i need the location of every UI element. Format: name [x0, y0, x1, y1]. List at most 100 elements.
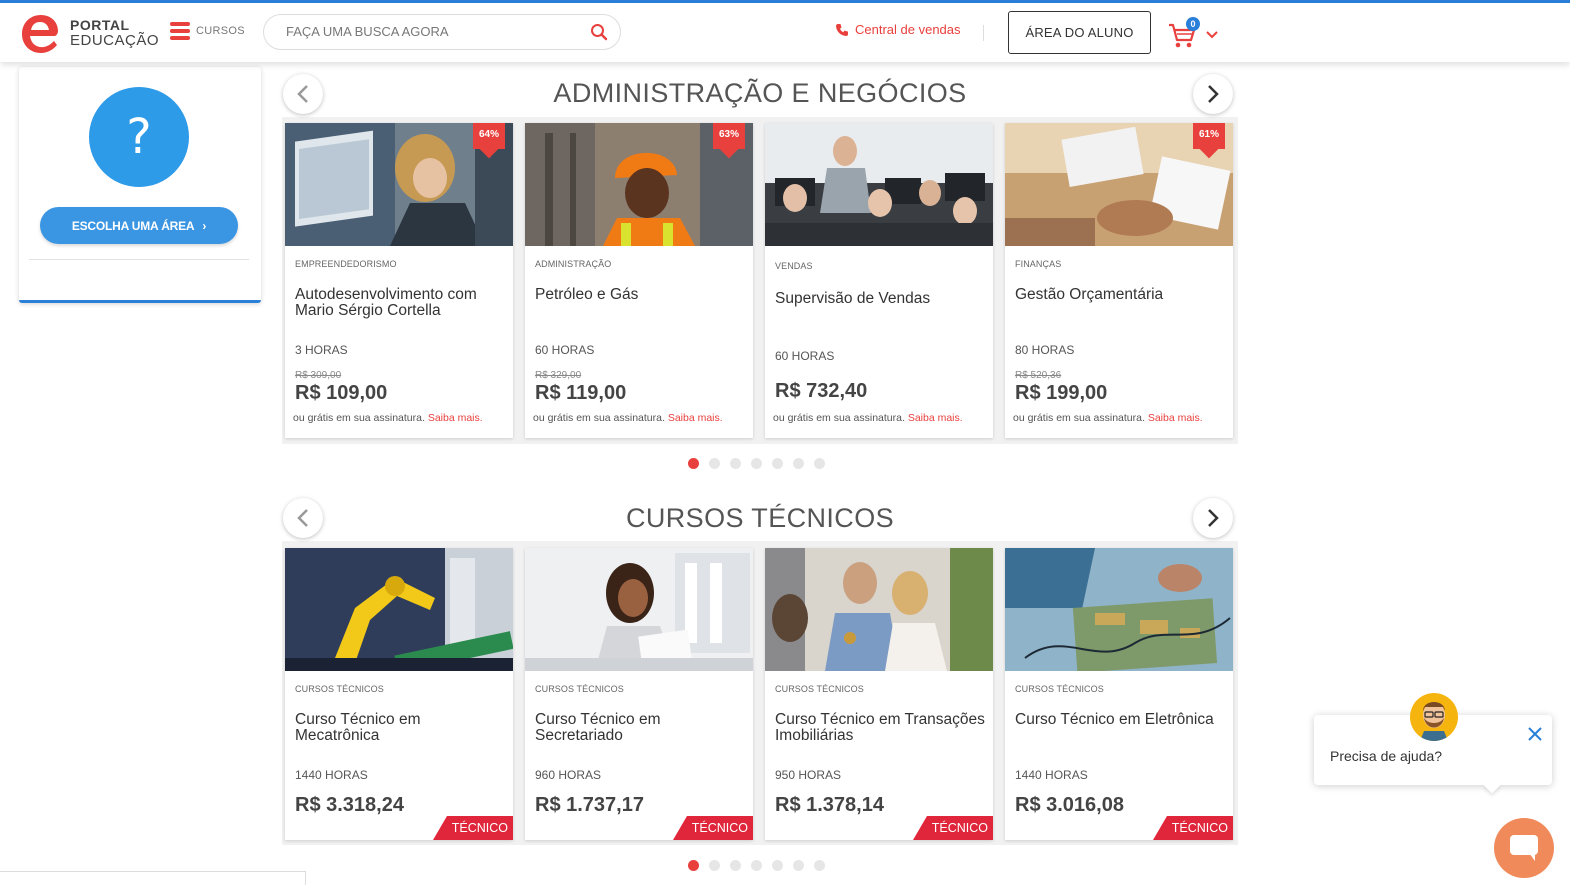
course-title[interactable]: Curso Técnico em Mecatrônica	[295, 712, 507, 744]
carousel-prev-button[interactable]	[283, 74, 323, 114]
sales-center-label: Central de vendas	[855, 22, 961, 37]
subscription-note: ou grátis em sua assinatura. Saiba mais.	[293, 412, 483, 424]
course-category: CURSOS TÉCNICOS	[535, 684, 624, 694]
pagination-dot[interactable]	[772, 860, 783, 871]
search-box	[263, 14, 621, 50]
carousel-next-button[interactable]	[1193, 74, 1233, 114]
subscription-text: ou grátis em sua assinatura.	[773, 412, 905, 424]
course-hours: 80 HORAS	[1015, 343, 1075, 357]
help-text: Precisa de ajuda?	[1330, 748, 1443, 764]
learn-more-link[interactable]: Saiba mais.	[908, 412, 963, 424]
logo[interactable]: PORTAL EDUCAÇÃO	[20, 12, 159, 54]
pagination-dot[interactable]	[730, 458, 741, 469]
section-title-administracao: ADMINISTRAÇÃO E NEGÓCIOS	[553, 78, 967, 108]
technical-tag: TÉCNICO	[433, 816, 513, 840]
course-title[interactable]: Autodesenvolvimento com Mario Sérgio Cor…	[295, 287, 507, 319]
phone-icon	[836, 23, 848, 36]
carousel-pagination	[688, 458, 825, 469]
subscription-text: ou grátis em sua assinatura.	[293, 412, 425, 424]
subscription-note: ou grátis em sua assinatura. Saiba mais.	[773, 412, 963, 424]
close-icon[interactable]	[1528, 727, 1542, 741]
course-category: CURSOS TÉCNICOS	[295, 684, 384, 694]
course-hours: 960 HORAS	[535, 768, 602, 782]
course-price: R$ 199,00	[1015, 382, 1108, 404]
course-category: EMPREENDEDORISMO	[295, 259, 397, 269]
course-card[interactable]: 64% EMPREENDEDORISMO Autodesenvolvimento…	[285, 123, 513, 438]
pagination-dot[interactable]	[709, 860, 720, 871]
course-title[interactable]: Curso Técnico em Transações Imobiliárias	[775, 712, 987, 744]
chevron-right-icon: ›	[202, 218, 207, 233]
choose-area-label: ESCOLHA UMA ÁREA	[71, 218, 195, 233]
logo-e-icon	[20, 12, 60, 54]
pagination-dot[interactable]	[688, 860, 699, 871]
course-title[interactable]: Curso Técnico em Eletrônica	[1015, 712, 1227, 728]
chevron-right-icon	[1208, 85, 1219, 103]
course-image	[285, 548, 513, 671]
course-hours: 950 HORAS	[775, 768, 842, 782]
course-image: 64%	[285, 123, 513, 246]
carousel-prev-button[interactable]	[283, 498, 323, 538]
courses-menu-label: CURSOS	[196, 25, 245, 37]
chat-button[interactable]	[1494, 818, 1554, 878]
pagination-dot[interactable]	[772, 458, 783, 469]
courses-menu-button[interactable]: CURSOS	[170, 22, 245, 40]
pagination-dot[interactable]	[814, 860, 825, 871]
old-price: R$ 309,00	[295, 370, 342, 381]
carousel-next-button[interactable]	[1193, 498, 1233, 538]
pagination-dot[interactable]	[814, 458, 825, 469]
course-price: R$ 119,00	[535, 382, 627, 404]
pagination-dot[interactable]	[730, 860, 741, 871]
course-card[interactable]: 61% FINANÇAS Gestão Orçamentária 80 HORA…	[1005, 123, 1233, 438]
pagination-dot[interactable]	[751, 458, 762, 469]
chevron-down-icon	[1206, 31, 1218, 39]
student-area-button[interactable]: ÁREA DO ALUNO	[1008, 11, 1151, 54]
hamburger-icon	[170, 22, 190, 40]
course-card[interactable]: CURSOS TÉCNICOS Curso Técnico em Secreta…	[525, 548, 753, 840]
site-header: PORTAL EDUCAÇÃO CURSOS Central de vendas…	[0, 3, 1570, 62]
discount-badge: 61%	[1193, 123, 1225, 159]
old-price: R$ 520,36	[1015, 370, 1062, 381]
technical-tag: TÉCNICO	[673, 816, 753, 840]
course-category: ADMINISTRAÇÃO	[535, 259, 612, 269]
course-title[interactable]: Petróleo e Gás	[535, 287, 747, 303]
question-icon: ?	[89, 87, 189, 187]
course-image: 63%	[525, 123, 753, 246]
course-category: CURSOS TÉCNICOS	[1015, 684, 1104, 694]
course-card[interactable]: VENDAS Supervisão de Vendas 60 HORAS R$ …	[765, 123, 993, 438]
learn-more-link[interactable]: Saiba mais.	[1148, 412, 1203, 424]
discount-badge: 64%	[473, 123, 505, 159]
pagination-dot[interactable]	[751, 860, 762, 871]
course-title[interactable]: Curso Técnico em Secretariado	[535, 712, 747, 744]
header-divider	[983, 25, 984, 41]
cart-button[interactable]: 0	[1168, 17, 1228, 49]
pagination-dot[interactable]	[793, 860, 804, 871]
choose-area-button[interactable]: ESCOLHA UMA ÁREA ›	[40, 207, 238, 244]
course-price: R$ 1.378,14	[775, 794, 884, 816]
learn-more-link[interactable]: Saiba mais.	[668, 412, 723, 424]
old-price: R$ 329,00	[535, 370, 582, 381]
pagination-dot[interactable]	[709, 458, 720, 469]
search-input[interactable]	[286, 24, 576, 39]
sales-center-link[interactable]: Central de vendas	[835, 22, 961, 37]
subscription-text: ou grátis em sua assinatura.	[533, 412, 665, 424]
cart-count-badge: 0	[1186, 17, 1200, 31]
course-price: R$ 732,40	[775, 380, 868, 402]
pagination-dot[interactable]	[688, 458, 699, 469]
popup-tail	[1483, 776, 1501, 794]
pagination-dot[interactable]	[793, 458, 804, 469]
course-title[interactable]: Supervisão de Vendas	[775, 291, 987, 307]
course-image	[765, 123, 993, 246]
course-card[interactable]: CURSOS TÉCNICOS Curso Técnico em Mecatrô…	[285, 548, 513, 840]
course-title[interactable]: Gestão Orçamentária	[1015, 287, 1227, 303]
technical-tag: TÉCNICO	[1153, 816, 1233, 840]
search-icon[interactable]	[590, 23, 608, 41]
course-card[interactable]: CURSOS TÉCNICOS Curso Técnico em Transaç…	[765, 548, 993, 840]
learn-more-link[interactable]: Saiba mais.	[428, 412, 483, 424]
chat-bubble-icon	[1510, 835, 1538, 861]
technical-tag: TÉCNICO	[913, 816, 993, 840]
course-card[interactable]: CURSOS TÉCNICOS Curso Técnico em Eletrôn…	[1005, 548, 1233, 840]
course-image	[765, 548, 993, 671]
course-card[interactable]: 63% ADMINISTRAÇÃO Petróleo e Gás 60 HORA…	[525, 123, 753, 438]
course-image	[1005, 548, 1233, 671]
chevron-left-icon	[297, 85, 308, 103]
